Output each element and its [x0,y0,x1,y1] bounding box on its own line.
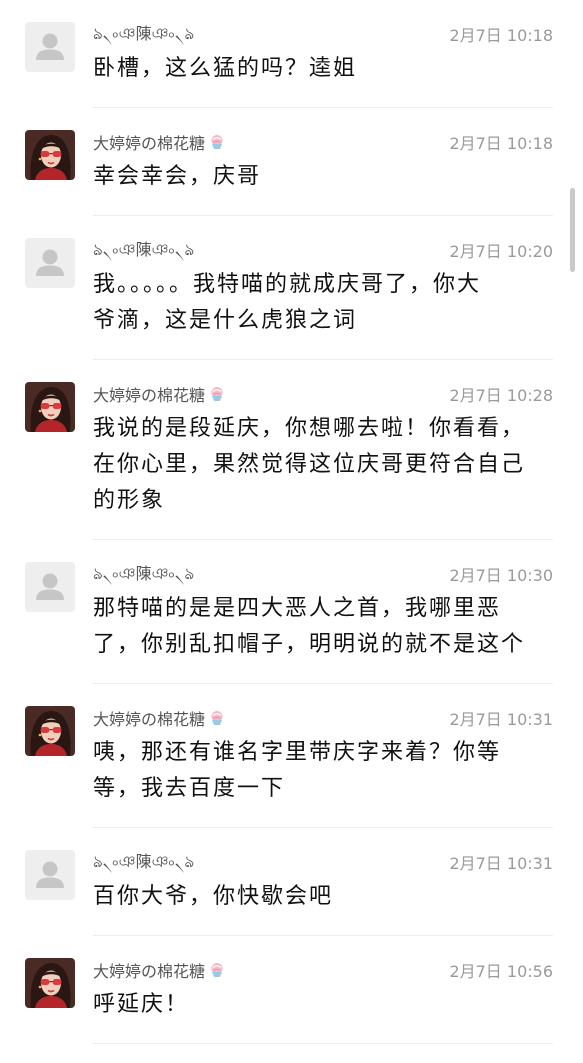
username[interactable]: ঌ৲৹ঞ陳ঞ৹৲ঌ [93,20,194,48]
comment-meta: ঌ৲৹ঞ陳ঞ৹৲ঌ 2月7日 10:31 [93,850,553,874]
message-line: 等，我去百度一下 [93,776,286,801]
timestamp: 2月7日 10:30 [449,566,553,585]
username[interactable]: 大婷婷の棉花糖 [93,130,226,154]
username-text[interactable]: ঌ৲৹ঞ陳ঞ৹৲ঌ [93,236,194,264]
message-text: 那特喵的是是四大恶人之首，我哪里恶 了，你别乱扣帽子，明明说的就不是这个 [93,591,553,663]
comment-meta: ঌ৲৹ঞ陳ঞ৹৲ঌ 2月7日 10:18 [93,22,553,46]
photo-avatar[interactable] [25,130,75,180]
avatar-column [0,360,93,540]
comment-item[interactable]: 大婷婷の棉花糖 2月7日 10:18 幸会幸会，庆哥 [0,108,583,216]
username-text[interactable]: 大婷婷の棉花糖 [93,958,205,982]
comment-meta: 大婷婷の棉花糖 2月7日 10:18 [93,130,553,154]
timestamp: 2月7日 10:31 [449,854,553,873]
comment-meta: 大婷婷の棉花糖 2月7日 10:56 [93,958,553,982]
comment-item[interactable]: 大婷婷の棉花糖 2月7日 10:31 咦，那还有谁名字里带庆字来着？你等 等，我… [0,684,583,828]
comment-item[interactable]: ঌ৲৹ঞ陳ঞ৹৲ঌ 2月7日 10:18 卧槽，这么猛的吗？逵姐 [0,0,583,108]
message-text: 呼延庆！ [93,987,553,1023]
comment-item[interactable]: 大婷婷の棉花糖 2月7日 10:56 呼延庆！ [0,936,583,1044]
username[interactable]: 大婷婷の棉花糖 [93,958,226,982]
default-avatar[interactable] [25,22,75,72]
message-text: 幸会幸会，庆哥 [93,159,553,195]
default-avatar[interactable] [25,562,75,612]
avatar-column [0,828,93,936]
photo-avatar[interactable] [25,382,75,432]
avatar-column [0,0,93,108]
message-line: 我。。。。。我特喵的就成庆哥了，你大 [93,272,482,297]
comment-item[interactable]: ঌ৲৹ঞ陳ঞ৹৲ঌ 2月7日 10:31 百你大爷，你快歇会吧 [0,828,583,936]
default-avatar[interactable] [25,850,75,900]
comment-meta: 大婷婷の棉花糖 2月7日 10:31 [93,706,553,730]
avatar-column [0,540,93,684]
message-line: 那特喵的是是四大恶人之首，我哪里恶 [93,596,502,621]
timestamp: 2月7日 10:18 [449,26,553,45]
comment-body: 大婷婷の棉花糖 2月7日 10:18 幸会幸会，庆哥 [93,108,553,216]
timestamp: 2月7日 10:28 [449,386,553,405]
comment-body: 大婷婷の棉花糖 2月7日 10:56 呼延庆！ [93,936,553,1044]
cotton-candy-icon [208,133,226,151]
username[interactable]: 大婷婷の棉花糖 [93,706,226,730]
username-text[interactable]: ঌ৲৹ঞ陳ঞ৹৲ঌ [93,560,194,588]
message-line: 咦，那还有谁名字里带庆字来着？你等 [93,740,502,765]
timestamp: 2月7日 10:18 [449,134,553,153]
message-line: 的形象 [93,488,166,513]
avatar-column [0,936,93,1044]
cotton-candy-icon [208,385,226,403]
message-text: 我说的是段延庆，你想哪去啦！你看看， 在你心里，果然觉得这位庆哥更符合自己 的形… [93,411,553,519]
comment-meta: ঌ৲৹ঞ陳ঞ৹৲ঌ 2月7日 10:30 [93,562,553,586]
comment-body: ঌ৲৹ঞ陳ঞ৹৲ঌ 2月7日 10:30 那特喵的是是四大恶人之首，我哪里恶 了… [93,540,553,684]
default-avatar[interactable] [25,238,75,288]
message-line: 卧槽，这么猛的吗？逵姐 [93,56,358,81]
photo-avatar[interactable] [25,706,75,756]
comment-meta: ঌ৲৹ঞ陳ঞ৹৲ঌ 2月7日 10:20 [93,238,553,262]
comment-item[interactable]: ঌ৲৹ঞ陳ঞ৹৲ঌ 2月7日 10:30 那特喵的是是四大恶人之首，我哪里恶 了… [0,540,583,684]
timestamp: 2月7日 10:31 [449,710,553,729]
username[interactable]: ঌ৲৹ঞ陳ঞ৹৲ঌ [93,848,194,876]
message-line: 百你大爷，你快歇会吧 [93,884,334,909]
avatar-column [0,108,93,216]
comment-body: ঌ৲৹ঞ陳ঞ৹৲ঌ 2月7日 10:20 我。。。。。我特喵的就成庆哥了，你大 … [93,216,553,360]
message-line: 了，你别乱扣帽子，明明说的就不是这个 [93,632,526,657]
timestamp: 2月7日 10:20 [449,242,553,261]
username-text[interactable]: 大婷婷の棉花糖 [93,706,205,730]
username-text[interactable]: ঌ৲৹ঞ陳ঞ৹৲ঌ [93,20,194,48]
username-text[interactable]: 大婷婷の棉花糖 [93,382,205,406]
username[interactable]: ঌ৲৹ঞ陳ঞ৹৲ঌ [93,236,194,264]
message-text: 咦，那还有谁名字里带庆字来着？你等 等，我去百度一下 [93,735,553,807]
timestamp: 2月7日 10:56 [449,962,553,981]
comment-item[interactable]: ঌ৲৹ঞ陳ঞ৹৲ঌ 2月7日 10:20 我。。。。。我特喵的就成庆哥了，你大 … [0,216,583,360]
message-text: 卧槽，这么猛的吗？逵姐 [93,51,553,87]
username-text[interactable]: ঌ৲৹ঞ陳ঞ৹৲ঌ [93,848,194,876]
comment-body: 大婷婷の棉花糖 2月7日 10:31 咦，那还有谁名字里带庆字来着？你等 等，我… [93,684,553,828]
comment-body: 大婷婷の棉花糖 2月7日 10:28 我说的是段延庆，你想哪去啦！你看看， 在你… [93,360,553,540]
message-line: 我说的是段延庆，你想哪去啦！你看看， [93,416,526,441]
message-line: 在你心里，果然觉得这位庆哥更符合自己 [93,452,526,477]
cotton-candy-icon [208,709,226,727]
comment-body: ঌ৲৹ঞ陳ঞ৹৲ঌ 2月7日 10:31 百你大爷，你快歇会吧 [93,828,553,936]
message-line: 呼延庆！ [93,992,190,1017]
scrollbar-thumb[interactable] [570,188,575,272]
avatar-column [0,684,93,828]
comment-item[interactable]: 大婷婷の棉花糖 2月7日 10:28 我说的是段延庆，你想哪去啦！你看看， 在你… [0,360,583,540]
avatar-column [0,216,93,360]
cotton-candy-icon [208,961,226,979]
comment-list: ঌ৲৹ঞ陳ঞ৹৲ঌ 2月7日 10:18 卧槽，这么猛的吗？逵姐 大婷婷の棉花糖… [0,0,583,1044]
message-line: 爷滴，这是什么虎狼之词 [93,308,358,333]
username[interactable]: 大婷婷の棉花糖 [93,382,226,406]
message-line: 幸会幸会，庆哥 [93,164,262,189]
username-text[interactable]: 大婷婷の棉花糖 [93,130,205,154]
photo-avatar[interactable] [25,958,75,1008]
message-text: 百你大爷，你快歇会吧 [93,879,553,915]
message-text: 我。。。。。我特喵的就成庆哥了，你大 爷滴，这是什么虎狼之词 [93,267,553,339]
username[interactable]: ঌ৲৹ঞ陳ঞ৹৲ঌ [93,560,194,588]
comment-meta: 大婷婷の棉花糖 2月7日 10:28 [93,382,553,406]
comment-body: ঌ৲৹ঞ陳ঞ৹৲ঌ 2月7日 10:18 卧槽，这么猛的吗？逵姐 [93,0,553,108]
